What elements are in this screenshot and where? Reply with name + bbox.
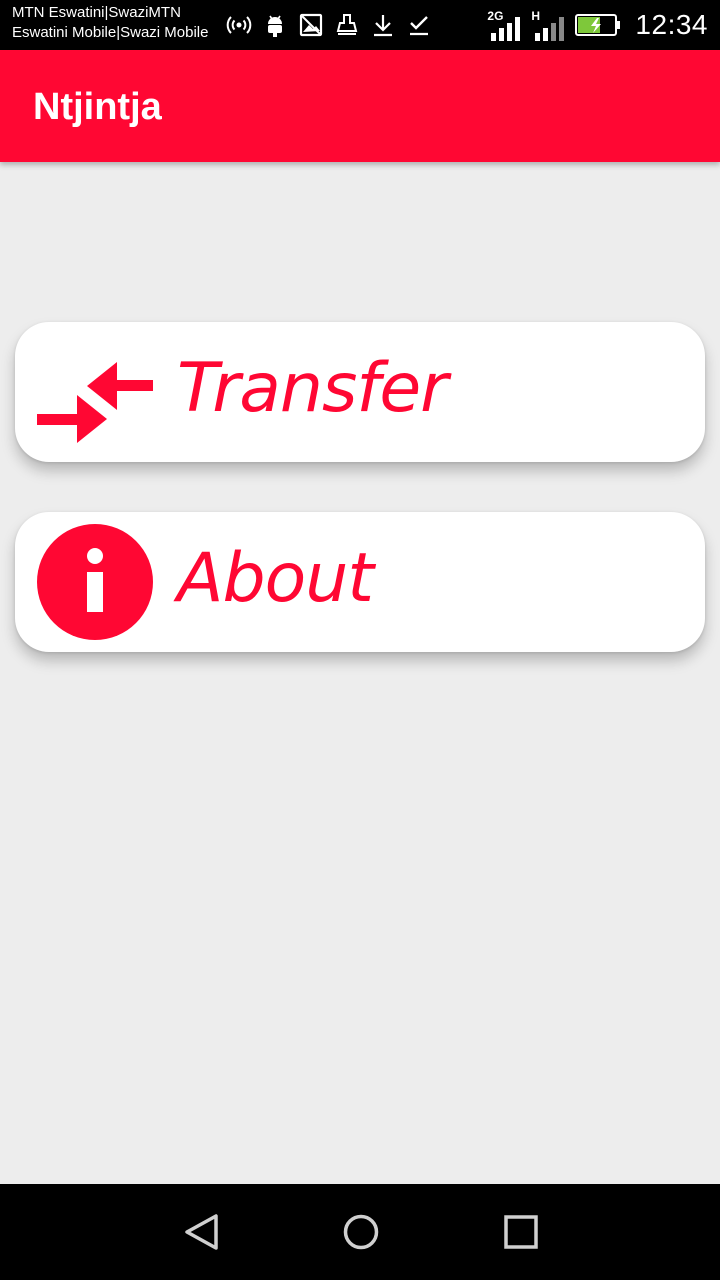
transfer-label: Transfer (177, 349, 448, 428)
hotspot-icon (226, 16, 252, 34)
back-icon[interactable] (182, 1212, 222, 1252)
home-icon[interactable] (341, 1212, 381, 1252)
signal-h-icon (535, 17, 565, 41)
notification-icons (226, 10, 432, 40)
signal-h: H (531, 9, 567, 41)
battery-charging-icon (575, 14, 621, 36)
transfer-arrows-icon (37, 362, 153, 443)
download-icon (374, 15, 392, 37)
status-bar: MTN Eswatini|SwaziMTN Eswatini Mobile|Sw… (0, 0, 720, 50)
signal-2g: 2G (487, 9, 523, 41)
image-icon (299, 13, 323, 37)
carrier-line-1: MTN Eswatini|SwaziMTN (12, 4, 181, 21)
system-status: 2G H 12:34 (487, 6, 708, 44)
app-bar: Ntjintja (0, 50, 720, 162)
signal-icon (491, 17, 521, 41)
carrier-info: MTN Eswatini|SwaziMTN Eswatini Mobile|Sw… (12, 3, 208, 43)
about-label: About (177, 539, 374, 618)
checkmark-icon (410, 16, 428, 36)
info-icon (37, 524, 153, 640)
recents-icon[interactable] (501, 1212, 541, 1252)
cleaner-icon (336, 14, 358, 35)
transfer-button[interactable]: Transfer (15, 322, 705, 462)
android-debug-icon (268, 15, 282, 37)
clock: 12:34 (635, 9, 708, 40)
navigation-bar (0, 1184, 720, 1280)
app-title: Ntjintja (33, 86, 162, 128)
about-button[interactable]: About (15, 512, 705, 652)
carrier-line-2: Eswatini Mobile|Swazi Mobile (12, 24, 209, 41)
